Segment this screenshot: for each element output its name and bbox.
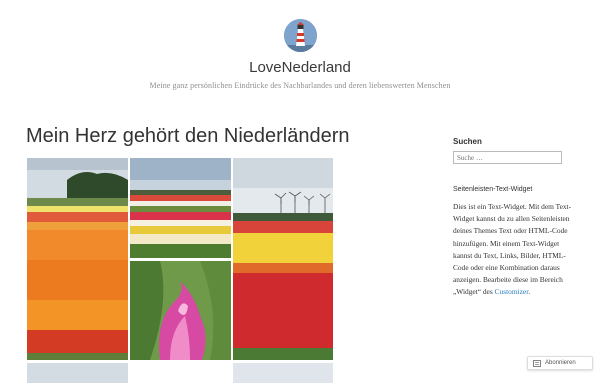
customizer-link[interactable]: Customizer [495,287,529,296]
pink-tulip-closeup-photo[interactable] [130,261,231,360]
tulip-field-windmills-photo[interactable] [233,158,333,360]
post-title[interactable]: Mein Herz gehört den Niederländern [26,125,350,148]
text-widget-title: Seitenleisten-Text-Widget [453,186,533,193]
search-widget-title: Suchen [453,137,482,146]
site-logo[interactable] [284,19,317,52]
lighthouse-icon [284,19,317,52]
text-widget-body: Dies ist ein Text-Widget. Mit dem Text-W… [453,201,578,299]
text-widget-trailing: . [528,287,531,297]
site-description: Meine ganz persönlichen Eindrücke des Na… [149,81,451,90]
gallery-photo-partial[interactable] [27,363,128,383]
site-title[interactable]: LoveNederland [0,59,600,76]
reader-icon [533,359,541,367]
text-widget-text: Dies ist ein Text-Widget. Mit dem Text-W… [453,202,572,297]
search-input[interactable] [453,151,562,164]
follow-button[interactable]: Abonnieren [527,356,593,370]
tulip-rows-photo[interactable] [130,158,231,258]
follow-button-label: Abonnieren [545,360,576,366]
gallery-photo-partial[interactable] [233,363,333,383]
tulip-field-orange-photo[interactable] [27,158,128,360]
